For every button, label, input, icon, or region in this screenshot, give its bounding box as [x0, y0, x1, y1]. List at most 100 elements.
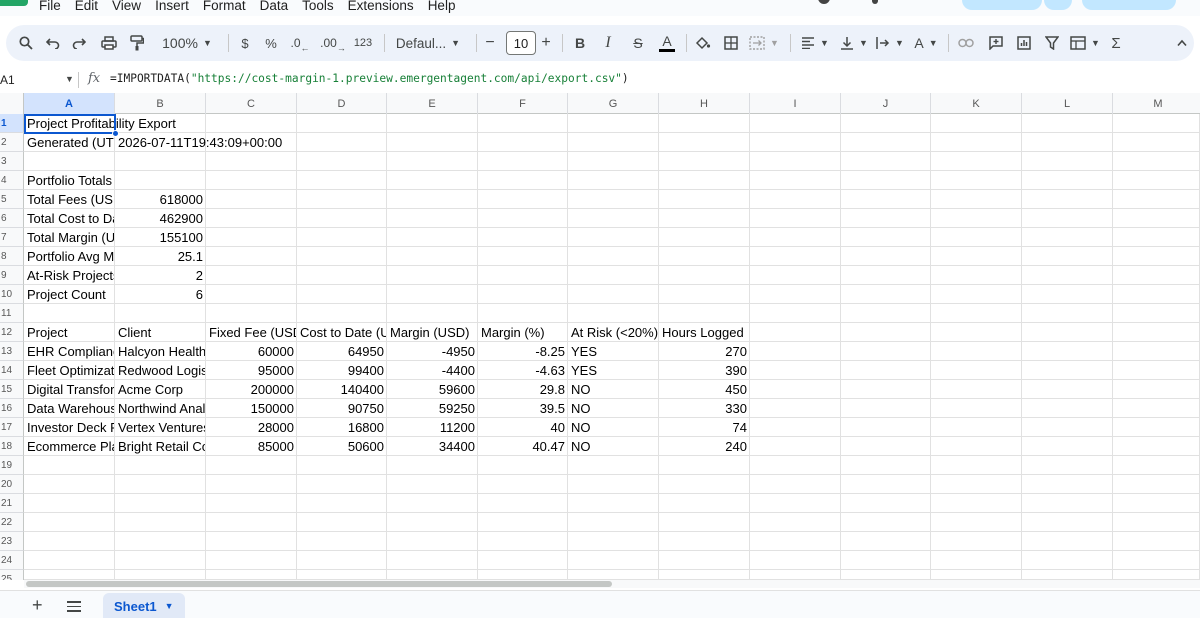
col-header-m[interactable]: M — [1113, 93, 1200, 114]
decrease-decimal-button[interactable]: .0 ← — [288, 25, 312, 61]
horizontal-scrollbar[interactable] — [24, 579, 1200, 588]
row-header-5[interactable]: 5 — [0, 190, 24, 209]
row-header-11[interactable]: 11 — [0, 304, 24, 323]
menu-file[interactable]: File — [38, 0, 68, 13]
cell-c18[interactable]: 85000 — [206, 437, 297, 456]
col-header-a[interactable]: A — [24, 93, 115, 114]
cell-b9[interactable]: 2 — [115, 266, 206, 285]
cell-a9[interactable]: At-Risk Projects — [24, 266, 115, 285]
redo-icon[interactable] — [66, 25, 92, 61]
bold-button[interactable]: B — [568, 25, 592, 61]
cell-g13[interactable]: YES — [568, 342, 659, 361]
cell-f12[interactable]: Margin (%) — [478, 323, 568, 342]
cell-h12[interactable]: Hours Logged — [659, 323, 750, 342]
menu-insert[interactable]: Insert — [154, 0, 196, 13]
add-sheet-icon[interactable]: + — [32, 595, 43, 616]
font-family-select[interactable]: Defaul... ▼ — [388, 25, 468, 61]
cell-e17[interactable]: 11200 — [387, 418, 478, 437]
col-header-h[interactable]: H — [659, 93, 750, 114]
col-header-l[interactable]: L — [1022, 93, 1113, 114]
col-header-c[interactable]: C — [206, 93, 297, 114]
cell-a18[interactable]: Ecommerce Platform — [24, 437, 115, 456]
cell-f14[interactable]: -4.63 — [478, 361, 568, 380]
text-color-button[interactable]: A — [654, 25, 680, 61]
more-formats-button[interactable]: 123 — [348, 25, 378, 61]
col-header-b[interactable]: B — [115, 93, 206, 114]
cell-b6[interactable]: 462900 — [115, 209, 206, 228]
menu-format[interactable]: Format — [202, 0, 253, 13]
sheets-logo-icon[interactable] — [0, 0, 28, 6]
functions-button[interactable]: Σ — [1104, 25, 1128, 61]
cell-b15[interactable]: Acme Corp — [115, 380, 206, 399]
cell-b17[interactable]: Vertex Ventures — [115, 418, 206, 437]
cell-c13[interactable]: 60000 — [206, 342, 297, 361]
cell-a17[interactable]: Investor Deck Refresh — [24, 418, 115, 437]
text-wrapping-icon[interactable]: ▼ — [872, 25, 908, 61]
row-header-6[interactable]: 6 — [0, 209, 24, 228]
cell-a4[interactable]: Portfolio Totals — [24, 171, 115, 190]
col-header-e[interactable]: E — [387, 93, 478, 114]
borders-icon[interactable] — [718, 25, 744, 61]
col-header-f[interactable]: F — [478, 93, 568, 114]
cell-a12[interactable]: Project — [24, 323, 115, 342]
menu-edit[interactable]: Edit — [74, 0, 105, 13]
cell-a6[interactable]: Total Cost to Date — [24, 209, 115, 228]
menu-help[interactable]: Help — [427, 0, 463, 13]
decrease-font-size-button[interactable]: − — [480, 25, 500, 61]
meet-icon[interactable] — [872, 0, 878, 4]
collapse-menu-icon[interactable] — [1172, 25, 1192, 61]
cell-e14[interactable]: -4400 — [387, 361, 478, 380]
menu-tools[interactable]: Tools — [301, 0, 341, 13]
select-all-corner[interactable] — [0, 93, 24, 114]
cell-a1[interactable]: Project Profitability Export — [24, 114, 179, 133]
cell-b18[interactable]: Bright Retail Co. — [115, 437, 206, 456]
cell-b13[interactable]: Halcyon Health — [115, 342, 206, 361]
row-header-17[interactable]: 17 — [0, 418, 24, 437]
filter-icon[interactable] — [1038, 25, 1066, 61]
row-header-25[interactable]: 25 — [0, 570, 24, 580]
row-header-7[interactable]: 7 — [0, 228, 24, 247]
cell-b2[interactable]: 2026-07-11T19:43:09+00:00 — [115, 133, 285, 152]
cell-a15[interactable]: Digital Transformation — [24, 380, 115, 399]
cell-d15[interactable]: 140400 — [297, 380, 387, 399]
cell-h17[interactable]: 74 — [659, 418, 750, 437]
col-header-k[interactable]: K — [931, 93, 1022, 114]
spreadsheet-grid[interactable]: A B C D E F G H I J K L M 1 2 3 4 5 6 7 8 9 10 11 1… — [0, 93, 1200, 580]
menu-extensions[interactable]: Extensions — [347, 0, 421, 13]
cell-h15[interactable]: 450 — [659, 380, 750, 399]
cell-c12[interactable]: Fixed Fee (USD) — [206, 323, 297, 342]
cell-a10[interactable]: Project Count — [24, 285, 115, 304]
search-menus-icon[interactable] — [12, 25, 40, 61]
print-icon[interactable] — [96, 25, 122, 61]
cell-d14[interactable]: 99400 — [297, 361, 387, 380]
cell-g12[interactable]: At Risk (<20%) — [568, 323, 659, 342]
cell-d13[interactable]: 64950 — [297, 342, 387, 361]
cell-a13[interactable]: EHR Compliance — [24, 342, 115, 361]
cell-h13[interactable]: 270 — [659, 342, 750, 361]
row-header-16[interactable]: 16 — [0, 399, 24, 418]
increase-decimal-button[interactable]: .00 → — [318, 25, 348, 61]
cell-b14[interactable]: Redwood Logistics — [115, 361, 206, 380]
sheet-tab-sheet1[interactable]: Sheet1 ▼ — [103, 593, 185, 618]
vertical-align-icon[interactable]: ▼ — [836, 25, 872, 61]
insert-chart-icon[interactable] — [1010, 25, 1038, 61]
share-button[interactable] — [962, 0, 1042, 10]
col-header-d[interactable]: D — [297, 93, 387, 114]
cell-g16[interactable]: NO — [568, 399, 659, 418]
cell-f13[interactable]: -8.25 — [478, 342, 568, 361]
row-header-10[interactable]: 10 — [0, 285, 24, 304]
cell-a2[interactable]: Generated (UTC) — [24, 133, 115, 152]
insert-comment-icon[interactable] — [982, 25, 1010, 61]
row-header-1[interactable]: 1 — [0, 114, 24, 133]
horizontal-align-icon[interactable]: ▼ — [796, 25, 834, 61]
cell-d16[interactable]: 90750 — [297, 399, 387, 418]
cell-c15[interactable]: 200000 — [206, 380, 297, 399]
row-header-22[interactable]: 22 — [0, 513, 24, 532]
row-header-14[interactable]: 14 — [0, 361, 24, 380]
row-header-19[interactable]: 19 — [0, 456, 24, 475]
col-header-g[interactable]: G — [568, 93, 659, 114]
cell-h16[interactable]: 330 — [659, 399, 750, 418]
cell-d12[interactable]: Cost to Date (USD) — [297, 323, 387, 342]
cell-f17[interactable]: 40 — [478, 418, 568, 437]
menu-view[interactable]: View — [111, 0, 148, 13]
